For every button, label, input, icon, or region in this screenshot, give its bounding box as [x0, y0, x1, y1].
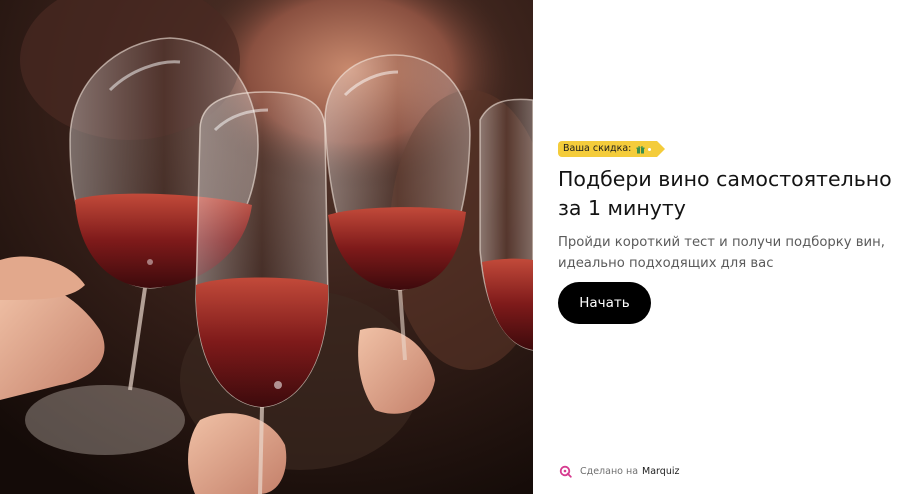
- page-title: Подбери вино самостоятельно за 1 минуту: [558, 167, 892, 220]
- hero-image: [0, 0, 533, 494]
- badge-dot: [648, 147, 652, 151]
- marquiz-link[interactable]: Marquiz: [642, 466, 679, 477]
- page-subtitle: Пройди короткий тест и получи подборку в…: [558, 235, 885, 271]
- discount-badge: Ваша скидка:: [558, 141, 666, 157]
- discount-label: Ваша скидка:: [563, 143, 632, 154]
- quiz-intro-panel: Ваша скидка: Подбери вино самостоятельно…: [533, 0, 917, 494]
- made-with-marquiz[interactable]: Сделано на Marquiz: [559, 463, 679, 479]
- start-button[interactable]: Начать: [558, 282, 651, 324]
- made-with-text: Сделано на: [580, 465, 639, 477]
- quiz-start-page: Ваша скидка: Подбери вино самостоятельно…: [0, 0, 917, 494]
- wine-glasses-photo: [0, 0, 533, 494]
- gift-icon: [636, 141, 645, 157]
- marquiz-logo-icon: [559, 465, 572, 478]
